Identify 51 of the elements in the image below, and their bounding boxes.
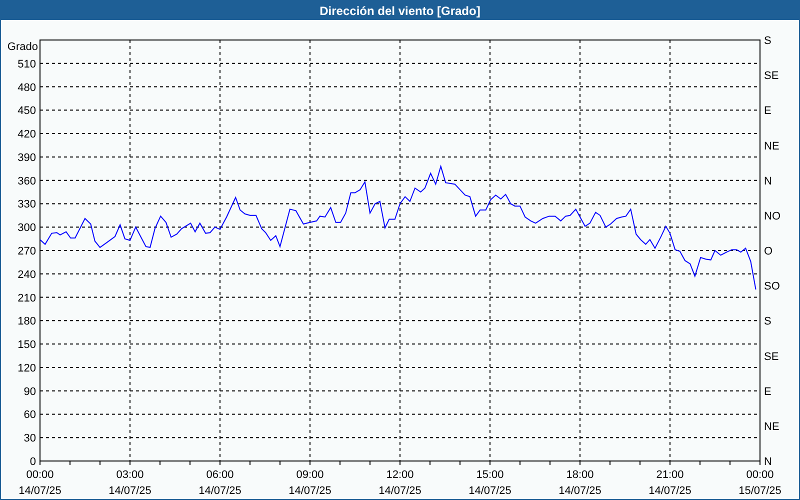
x-tick-date: 14/07/25 (468, 485, 512, 497)
compass-label: O (764, 246, 773, 258)
x-tick-date: 14/07/25 (378, 485, 422, 497)
y-tick-label: 30 (24, 432, 36, 445)
y-tick-label: 240 (18, 268, 36, 281)
y-tick-label: 300 (18, 222, 36, 234)
y-tick-label: 150 (18, 339, 36, 352)
x-tick-date: 14/07/25 (648, 485, 692, 497)
compass-label: NE (764, 420, 780, 433)
y-axis-title: Grado (7, 41, 38, 53)
compass-label: SE (764, 70, 779, 82)
compass-label: SE (764, 350, 779, 363)
x-tick-date: 14/07/25 (108, 485, 152, 497)
y-tick-label: 120 (18, 362, 36, 374)
x-tick-date: 14/07/25 (558, 485, 602, 497)
compass-label: SO (764, 280, 780, 293)
chart-title: Dirección del viento [Grado] (320, 2, 480, 20)
y-tick-label: 210 (18, 292, 36, 304)
compass-label: S (764, 316, 772, 328)
y-tick-label: 270 (18, 246, 36, 258)
x-tick-label: 18:00 (566, 469, 594, 481)
y-tick-label: 510 (18, 58, 36, 70)
x-tick-label: 06:00 (206, 469, 234, 481)
compass-label: NE (764, 140, 780, 152)
compass-label: N (764, 175, 772, 188)
x-tick-label: 12:00 (386, 469, 414, 481)
compass-label: E (764, 386, 772, 398)
x-tick-label: 15:00 (476, 469, 504, 481)
x-tick-label: 21:00 (656, 469, 684, 481)
x-tick-label: 03:00 (116, 469, 144, 481)
y-tick-label: 360 (18, 175, 36, 188)
x-tick-label: 00:00 (746, 469, 774, 481)
compass-label: N (764, 456, 772, 468)
y-tick-label: 60 (24, 409, 36, 422)
y-tick-label: 420 (18, 128, 36, 141)
y-tick-label: 480 (18, 82, 36, 94)
x-tick-date: 14/07/25 (288, 485, 332, 497)
y-tick-label: 330 (18, 198, 36, 211)
y-tick-label: 0 (30, 456, 36, 468)
compass-label: E (764, 105, 772, 118)
y-tick-label: 450 (18, 105, 36, 118)
x-tick-date: 15/07/25 (738, 485, 782, 497)
x-tick-date: 14/07/25 (198, 485, 242, 497)
x-tick-label: 00:00 (26, 469, 54, 481)
compass-label: S (764, 35, 772, 47)
y-tick-label: 180 (18, 316, 36, 328)
y-tick-label: 390 (18, 152, 36, 164)
compass-label: NO (764, 210, 780, 222)
x-tick-date: 14/07/25 (18, 485, 62, 497)
y-tick-label: 90 (24, 386, 36, 398)
x-tick-label: 09:00 (296, 469, 324, 481)
